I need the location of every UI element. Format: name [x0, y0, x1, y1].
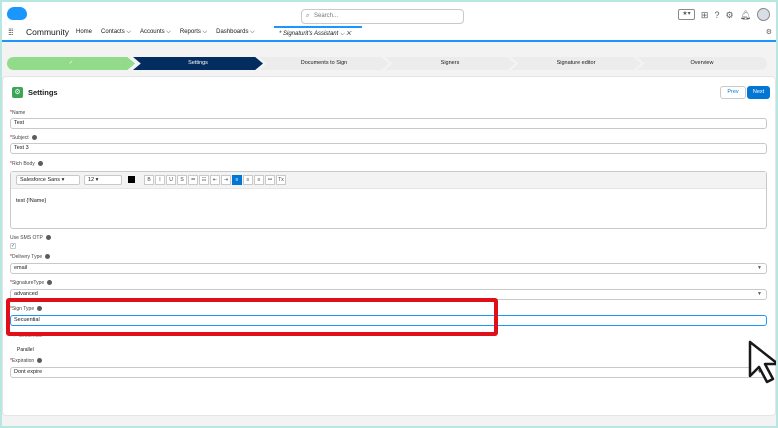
chevron-down-icon[interactable]: ⌵ [340, 31, 345, 37]
chevron-down-icon: ⌵ [250, 29, 255, 35]
sms-otp-checkbox[interactable]: ✓ [10, 243, 16, 249]
info-icon [47, 280, 53, 286]
path-step-overview[interactable]: Overview [637, 57, 767, 70]
align-center-button[interactable]: ≡ [243, 175, 253, 185]
font-family-select[interactable]: Salesforce Sans ▾ [16, 175, 80, 185]
path-step-signers[interactable]: Signers [385, 57, 515, 70]
info-icon [37, 358, 43, 364]
italic-button[interactable]: I [155, 175, 165, 185]
underline-button[interactable]: U [166, 175, 176, 185]
progress-path: ✓ Settings Documents to Sign Signers Sig… [7, 57, 767, 70]
navigation-bar: ⁞⁞⁞ Community Home Contacts ⌵ Accounts ⌵… [2, 24, 776, 42]
info-icon [31, 135, 37, 141]
global-search-input[interactable]: ⌕ Search... [301, 9, 464, 24]
notifications-icon[interactable]: 🔔︎ [740, 9, 751, 21]
search-icon: ⌕ [306, 13, 310, 19]
font-size-select[interactable]: 12 ▾ [84, 175, 122, 185]
sign-type-select[interactable]: Secuential [10, 315, 767, 326]
search-placeholder: Search... [314, 13, 339, 19]
setup-icon[interactable]: ⚙ [725, 9, 733, 21]
clear-format-button[interactable]: Tx [276, 175, 286, 185]
delivery-type-select[interactable]: email ▼ [10, 263, 767, 274]
option-parallel[interactable]: Parallel [14, 347, 34, 353]
bold-button[interactable]: B [144, 175, 154, 185]
chevron-down-icon: ⌵ [166, 29, 171, 35]
rich-body-text[interactable]: test {!Name} [16, 198, 46, 204]
sms-otp-label: Use SMS OTP [10, 235, 51, 241]
global-header: ⌕ Search... ★▾ ⊞ ? ⚙ 🔔︎ [2, 2, 776, 26]
favorites-icon[interactable]: ★▾ [677, 9, 695, 20]
nav-item-dashboards[interactable]: Dashboards ⌵ [216, 29, 255, 36]
name-field[interactable]: Test [10, 118, 767, 129]
link-button[interactable]: ⚯ [265, 175, 275, 185]
info-icon [45, 254, 51, 260]
chevron-down-icon: ▼ [757, 291, 762, 297]
settings-icon: ⚙ [12, 87, 23, 98]
nav-item-contacts[interactable]: Contacts ⌵ [101, 29, 131, 36]
rich-body-label: *Rich Body [10, 161, 43, 167]
path-step-documents[interactable]: Documents to Sign [259, 57, 389, 70]
expiration-select[interactable]: Dont expire ▼ [10, 367, 767, 378]
prev-button[interactable]: Prev [720, 86, 746, 99]
option-secuential[interactable]: ✓ Secuential [10, 333, 42, 339]
align-right-button[interactable]: ≡ [254, 175, 264, 185]
path-step-signature-editor[interactable]: Signature editor [511, 57, 641, 70]
chevron-down-icon: ▼ [757, 265, 762, 271]
info-icon [45, 235, 51, 241]
path-step-settings[interactable]: Settings [133, 57, 263, 70]
indent-button[interactable]: ⇥ [221, 175, 231, 185]
subject-label: *Subject [10, 135, 37, 141]
avatar[interactable] [757, 8, 770, 21]
app-launcher-icon[interactable]: ⁞⁞⁞ [8, 27, 13, 37]
strike-button[interactable]: S [177, 175, 187, 185]
salesforce-logo[interactable] [7, 7, 27, 20]
close-icon[interactable]: ✕ [346, 31, 351, 37]
app-name: Community [26, 27, 69, 37]
subject-field[interactable]: Test 3 [10, 143, 767, 154]
tab-signaturit-assistant[interactable]: * Signaturit's Assistant ⌵ ✕ [274, 26, 362, 40]
rte-toolbar: Salesforce Sans ▾ 12 ▾ B I U S ≔ ☷ ⇤ ⇥ ≡… [11, 172, 766, 189]
text-color-picker[interactable] [128, 176, 135, 183]
rich-text-editor[interactable]: Salesforce Sans ▾ 12 ▾ B I U S ≔ ☷ ⇤ ⇥ ≡… [10, 171, 767, 229]
info-icon [37, 306, 43, 312]
nav-items: Home Contacts ⌵ Accounts ⌵ Reports ⌵ Das… [76, 29, 255, 36]
align-left-button[interactable]: ≡ [232, 175, 242, 185]
format-buttons: B I U S ≔ ☷ ⇤ ⇥ ≡ ≡ ≡ ⚯ Tx [144, 175, 286, 185]
delivery-type-label: *Delivery Type [10, 254, 51, 260]
help-icon[interactable]: ? [714, 9, 719, 21]
next-button[interactable]: Next [747, 86, 770, 99]
signature-type-label: *SignatureType [10, 280, 53, 286]
numbered-list-button[interactable]: ☷ [199, 175, 209, 185]
chevron-down-icon: ⌵ [126, 29, 131, 35]
signature-type-select[interactable]: advanced ▼ [10, 289, 767, 300]
mouse-cursor-icon [748, 340, 778, 384]
nav-item-reports[interactable]: Reports ⌵ [180, 29, 207, 36]
outdent-button[interactable]: ⇤ [210, 175, 220, 185]
chevron-down-icon: ⌵ [202, 29, 208, 35]
edit-nav-icon[interactable]: ⚙ [766, 28, 772, 36]
add-icon[interactable]: ⊞ [701, 9, 709, 21]
info-icon [37, 161, 43, 167]
sign-type-dropdown: ✓ Secuential Parallel [10, 329, 110, 353]
expiration-label: *Expiration [10, 358, 43, 364]
name-label: *Name [10, 110, 26, 116]
bullet-list-button[interactable]: ≔ [188, 175, 198, 185]
nav-item-home[interactable]: Home [76, 29, 92, 36]
sign-type-label: *Sign Type [10, 306, 43, 312]
nav-item-accounts[interactable]: Accounts ⌵ [140, 29, 171, 36]
path-step-complete[interactable]: ✓ [7, 57, 135, 70]
header-utility-icons: ★▾ ⊞ ? ⚙ 🔔︎ [677, 8, 770, 21]
card-title: Settings [28, 88, 58, 97]
